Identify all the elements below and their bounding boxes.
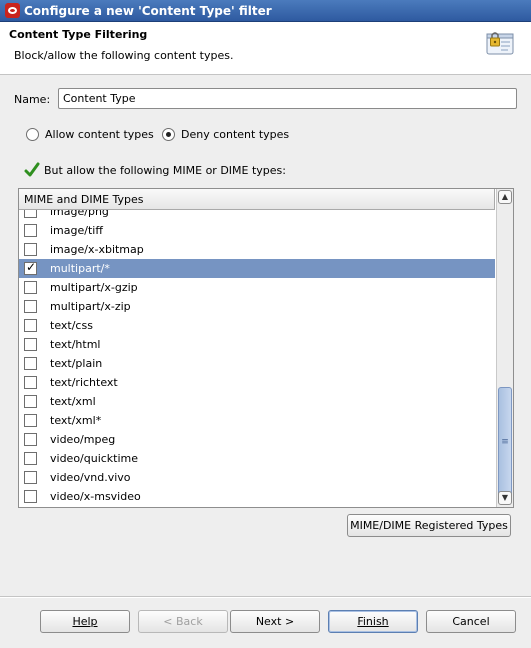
scroll-up-icon[interactable]: ▲ (498, 190, 512, 204)
allow-radio-button[interactable] (26, 128, 39, 141)
finish-button[interactable]: Finish (328, 610, 418, 633)
list-item-label: text/richtext (50, 376, 118, 389)
list-item-label: text/html (50, 338, 101, 351)
list-item-checkbox[interactable] (24, 243, 37, 256)
help-button-label: Help (72, 615, 98, 628)
list-item[interactable]: text/richtext (19, 373, 495, 392)
list-item[interactable]: video/x-msvideo (19, 487, 495, 506)
exceptions-row: But allow the following MIME or DIME typ… (24, 162, 286, 178)
list-item-label: multipart/x-zip (50, 300, 131, 313)
list-item[interactable]: image/png (19, 210, 495, 221)
page-title: Content Type Filtering (9, 28, 148, 41)
list-item[interactable]: multipart/x-zip (19, 297, 495, 316)
footer-separator (0, 596, 531, 598)
list-item-checkbox[interactable] (24, 433, 37, 446)
list-column-header[interactable]: MIME and DIME Types (19, 189, 495, 210)
list-item[interactable]: image/tiff (19, 221, 495, 240)
list-item[interactable]: text/xml* (19, 411, 495, 430)
list-item-checkbox[interactable] (24, 338, 37, 351)
list-item-checkbox[interactable] (24, 490, 37, 503)
list-item[interactable]: text/css (19, 316, 495, 335)
list-item-label: image/x-xbitmap (50, 243, 144, 256)
list-item-checkbox[interactable] (24, 224, 37, 237)
list-item[interactable]: video/quicktime (19, 449, 495, 468)
vertical-scrollbar[interactable]: ▲ ≡ ▼ (496, 189, 513, 507)
next-button-label: Next > (255, 615, 295, 628)
list-item-label: text/plain (50, 357, 103, 370)
filter-lock-icon (486, 32, 514, 55)
list-item-label: multipart/* (50, 262, 110, 275)
mime-dime-registered-types-button[interactable]: MIME/DIME Registered Types (347, 514, 511, 537)
name-input[interactable] (58, 88, 517, 109)
allow-radio-label: Allow content types (45, 128, 154, 141)
list-item[interactable]: video/vnd.vivo (19, 468, 495, 487)
oracle-logo-icon (5, 3, 20, 18)
help-button[interactable]: Help (40, 610, 130, 633)
header-panel: Content Type Filtering Block/allow the f… (0, 22, 531, 75)
exceptions-label: But allow the following MIME or DIME typ… (44, 163, 286, 177)
list-item[interactable]: video/mpeg (19, 430, 495, 449)
list-item-label: text/css (50, 319, 93, 332)
cancel-button-label: Cancel (452, 615, 490, 628)
list-item-label: video/mpeg (50, 433, 116, 446)
list-item-label: video/x-msvideo (50, 490, 141, 503)
list-item[interactable]: multipart/* (19, 259, 495, 278)
back-button[interactable]: < Back (138, 610, 228, 633)
list-item-checkbox[interactable] (24, 260, 37, 275)
list-body[interactable]: image/png image/tiff image/x-xbitmap multip… (19, 210, 495, 507)
list-item-label: image/png (50, 210, 109, 218)
list-item-checkbox[interactable] (24, 319, 37, 332)
deny-radio-label: Deny content types (181, 128, 290, 141)
cancel-button[interactable]: Cancel (426, 610, 516, 633)
page-subtitle: Block/allow the following content types. (14, 49, 234, 62)
back-button-label: < Back (163, 615, 203, 628)
list-item-checkbox[interactable] (24, 300, 37, 313)
list-item-checkbox[interactable] (24, 395, 37, 408)
finish-button-label: Finish (357, 615, 389, 628)
deny-radio-button[interactable] (162, 128, 175, 141)
deny-content-types-radio[interactable]: Deny content types (162, 128, 289, 141)
list-item-checkbox[interactable] (24, 376, 37, 389)
scrollbar-thumb[interactable]: ≡ (498, 387, 512, 497)
green-checkmark-icon (24, 162, 40, 177)
mime-types-list[interactable]: MIME and DIME Types image/png image/tiff i… (18, 188, 514, 508)
list-item[interactable]: text/plain (19, 354, 495, 373)
list-item-label: multipart/x-gzip (50, 281, 138, 294)
list-item-label: image/tiff (50, 224, 103, 237)
list-item-checkbox[interactable] (24, 452, 37, 465)
list-item[interactable]: image/x-xbitmap (19, 240, 495, 259)
name-label: Name: (14, 93, 51, 106)
list-item-checkbox[interactable] (24, 357, 37, 370)
allow-content-types-radio[interactable]: Allow content types (26, 128, 154, 141)
window-title: Configure a new 'Content Type' filter (24, 3, 272, 18)
list-item-checkbox[interactable] (24, 414, 37, 427)
list-item-checkbox[interactable] (24, 471, 37, 484)
list-item-label: video/quicktime (50, 452, 139, 465)
list-item[interactable]: text/html (19, 335, 495, 354)
window-titlebar[interactable]: Configure a new 'Content Type' filter (0, 0, 531, 22)
list-item-checkbox[interactable] (24, 210, 37, 218)
list-item-label: video/vnd.vivo (50, 471, 131, 484)
list-rows: image/png image/tiff image/x-xbitmap multip… (19, 210, 495, 506)
list-item-checkbox[interactable] (24, 281, 37, 294)
scroll-down-icon[interactable]: ▼ (498, 491, 512, 505)
next-button[interactable]: Next > (230, 610, 320, 633)
list-item[interactable]: text/xml (19, 392, 495, 411)
list-item-label: text/xml (50, 395, 96, 408)
list-item[interactable]: multipart/x-gzip (19, 278, 495, 297)
list-item-label: text/xml* (50, 414, 102, 427)
